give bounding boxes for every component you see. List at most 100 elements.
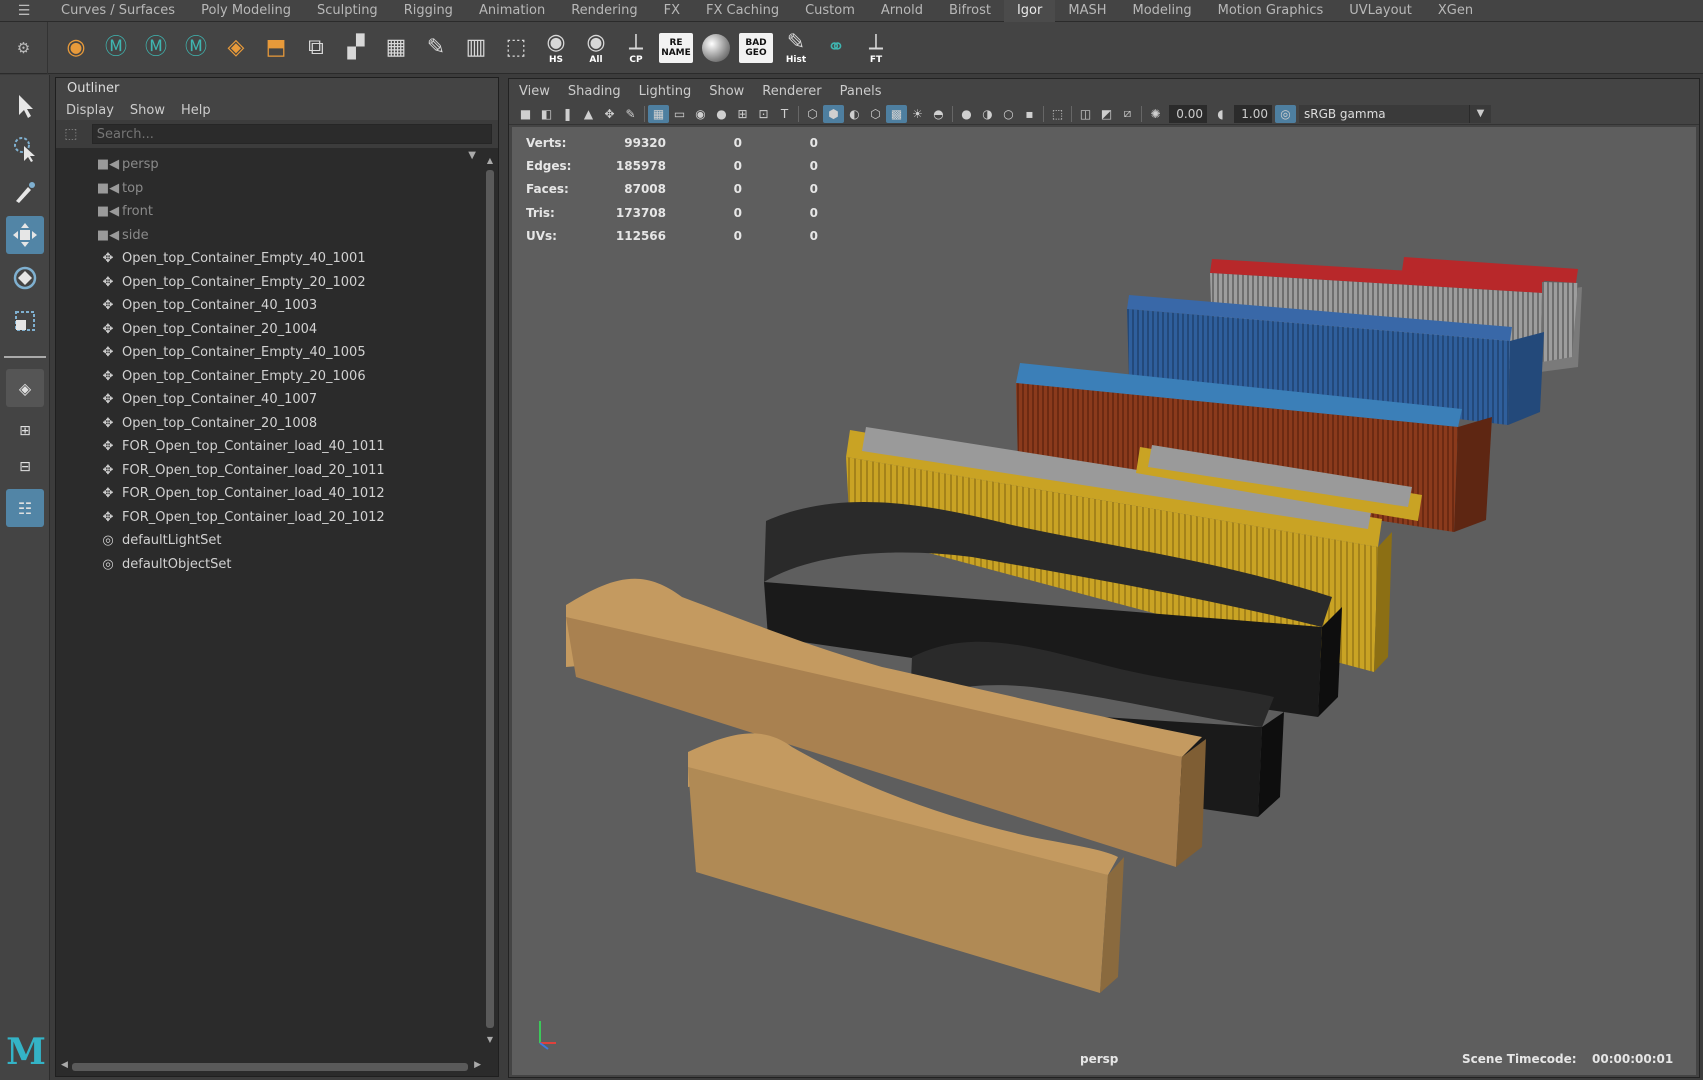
shelf-menu-icon[interactable]: ☰ — [0, 0, 48, 22]
viewport-menu-item[interactable]: Show — [709, 84, 744, 99]
axis-ft-icon[interactable]: ⟂ FT — [858, 28, 894, 68]
scale-tool-icon[interactable] — [6, 302, 44, 340]
eye-hs-icon[interactable]: ◉ HS — [538, 28, 574, 68]
shelf-tab[interactable]: Curves / Surfaces — [48, 0, 188, 22]
marquee-pencil-icon[interactable]: ⬚ — [498, 28, 534, 68]
outliner-item[interactable]: ■◀ persp — [56, 153, 486, 177]
shadows-icon[interactable]: ◓ — [928, 105, 949, 123]
mesh-grid-icon[interactable]: ▦ — [378, 28, 414, 68]
exposure-field[interactable]: 0.00 — [1169, 104, 1207, 123]
screen-space-ao-icon[interactable]: ● — [956, 105, 977, 123]
outliner-menu-item[interactable]: Show — [130, 103, 165, 118]
outliner-item[interactable]: ■◀ front — [56, 200, 486, 224]
sphere-icon[interactable] — [698, 28, 734, 68]
motion-blur-icon[interactable]: ◑ — [977, 105, 998, 123]
outliner-item[interactable]: ✥ Open_top_Container_Empty_20_1002 — [56, 271, 486, 295]
wireframe-icon[interactable]: ⬡ — [802, 105, 823, 123]
safe-title-icon[interactable]: T — [774, 105, 795, 123]
shelf-tab[interactable]: Bifrost — [936, 0, 1004, 22]
four-view-layout-icon[interactable]: ⊞ — [6, 412, 44, 450]
safe-action-icon[interactable]: ⊡ — [753, 105, 774, 123]
outliner-item[interactable]: ✥ Open_top_Container_20_1004 — [56, 318, 486, 342]
outliner-item[interactable]: ✥ Open_top_Container_40_1003 — [56, 294, 486, 318]
paint-select-tool-icon[interactable] — [6, 173, 44, 211]
shelf-tab[interactable]: Sculpting — [304, 0, 391, 22]
film-gate-icon[interactable]: ▭ — [669, 105, 690, 123]
xray-active-icon[interactable]: ◩ — [1096, 105, 1117, 123]
textured-icon[interactable]: ▩ — [886, 104, 907, 123]
wireframe-on-shaded-icon[interactable]: ⬡ — [865, 105, 886, 123]
outliner-layout-icon[interactable]: ☷ — [6, 489, 44, 527]
outliner-item[interactable]: ✥ FOR_Open_top_Container_load_20_1011 — [56, 459, 486, 483]
outliner-search-input[interactable] — [91, 124, 492, 144]
outliner-item[interactable]: ■◀ side — [56, 224, 486, 248]
layer-stack-icon[interactable]: ◈ — [218, 28, 254, 68]
layer-icon[interactable]: ◉ — [58, 28, 94, 68]
gamma-field[interactable]: 1.00 — [1234, 104, 1272, 123]
outliner-item[interactable]: ◎ defaultLightSet — [56, 529, 486, 553]
split-icon[interactable]: ▥ — [458, 28, 494, 68]
scroll-thumb[interactable] — [72, 1063, 468, 1071]
outliner-item[interactable]: ✥ FOR_Open_top_Container_load_20_1012 — [56, 506, 486, 530]
outliner-vertical-scrollbar[interactable]: ▲ ▼ — [485, 156, 495, 1044]
xray-icon[interactable]: ◫ — [1075, 105, 1096, 123]
outliner-menu-item[interactable]: Help — [181, 103, 211, 118]
axis-cp-icon[interactable]: ⟂ CP — [618, 28, 654, 68]
color-management-icon[interactable]: ◎ — [1275, 104, 1296, 123]
outliner-item[interactable]: ✥ Open_top_Container_20_1008 — [56, 412, 486, 436]
anti-aliasing-icon[interactable]: ○ — [998, 105, 1019, 123]
shelf-tab[interactable]: MASH — [1055, 0, 1119, 22]
shelf-tab[interactable]: Rigging — [391, 0, 466, 22]
gate-mask-icon[interactable]: ● — [711, 105, 732, 123]
move-tool-icon[interactable] — [6, 216, 44, 254]
outliner-item[interactable]: ✥ FOR_Open_top_Container_load_40_1012 — [56, 482, 486, 506]
outliner-item[interactable]: ✥ FOR_Open_top_Container_load_40_1011 — [56, 435, 486, 459]
camera-select-icon[interactable]: ■ — [515, 105, 536, 123]
isolate-select-icon[interactable]: ⬚ — [1047, 105, 1068, 123]
outliner-item[interactable]: ✥ Open_top_Container_Empty_40_1005 — [56, 341, 486, 365]
shelf-tab[interactable]: FX — [651, 0, 693, 22]
maya-m-icon-3[interactable]: Ⓜ — [178, 28, 214, 68]
viewport-menu-item[interactable]: Panels — [840, 84, 882, 99]
scroll-right-icon[interactable]: ▶ — [474, 1060, 481, 1070]
shelf-tab[interactable]: Poly Modeling — [188, 0, 304, 22]
depth-of-field-icon[interactable]: ▪ — [1019, 105, 1040, 123]
select-tool-icon[interactable] — [6, 87, 44, 125]
shelf-tab[interactable]: Animation — [466, 0, 558, 22]
shelf-tab[interactable]: Motion Graphics — [1205, 0, 1337, 22]
shelf-tab[interactable]: Arnold — [868, 0, 936, 22]
outliner-item[interactable]: ✥ Open_top_Container_40_1007 — [56, 388, 486, 412]
lights-icon[interactable]: ☀ — [907, 105, 928, 123]
outliner-item[interactable]: ◎ defaultObjectSet — [56, 553, 486, 577]
gamma-icon[interactable]: ◖ — [1210, 105, 1231, 123]
scroll-down-icon[interactable]: ▼ — [485, 1035, 495, 1044]
outliner-item[interactable]: ■◀ top — [56, 177, 486, 201]
2d-pan-icon[interactable]: ✥ — [599, 105, 620, 123]
shelf-tab[interactable]: Igor — [1003, 0, 1056, 22]
image-plane-icon[interactable]: ▲ — [578, 105, 599, 123]
outliner-item[interactable]: ✥ Open_top_Container_Empty_40_1001 — [56, 247, 486, 271]
field-chart-icon[interactable]: ⊞ — [732, 105, 753, 123]
shelf-tab[interactable]: XGen — [1425, 0, 1486, 22]
shelf-tab[interactable]: FX Caching — [693, 0, 792, 22]
rotate-tool-icon[interactable] — [6, 259, 44, 297]
viewport-menu-item[interactable]: Shading — [568, 84, 621, 99]
grid-icon[interactable]: ▦ — [648, 104, 669, 123]
outliner-menu-item[interactable]: Display — [66, 103, 114, 118]
outliner-horizontal-scrollbar[interactable]: ◀ ▶ — [58, 1060, 484, 1074]
shelf-tab[interactable]: Modeling — [1120, 0, 1205, 22]
grid-icon[interactable]: ▞ — [338, 28, 374, 68]
shelf-tab[interactable]: Custom — [792, 0, 868, 22]
pencil-icon[interactable]: ✎ — [418, 28, 454, 68]
magnet-icon[interactable]: ⚭ — [818, 28, 854, 68]
maya-m-icon[interactable]: Ⓜ — [98, 28, 134, 68]
extrude-icon[interactable]: ⬒ — [258, 28, 294, 68]
scroll-left-icon[interactable]: ◀ — [61, 1060, 68, 1070]
resolution-gate-icon[interactable]: ◉ — [690, 105, 711, 123]
filter-icon[interactable]: ⬚ — [62, 125, 80, 143]
shelf-tab[interactable]: Rendering — [558, 0, 650, 22]
scroll-thumb[interactable] — [486, 170, 494, 1028]
rename-icon[interactable]: RE NAME — [658, 28, 694, 68]
shelf-gear-icon[interactable]: ⚙ — [0, 21, 48, 74]
outliner-item[interactable]: ✥ Open_top_Container_Empty_20_1006 — [56, 365, 486, 389]
